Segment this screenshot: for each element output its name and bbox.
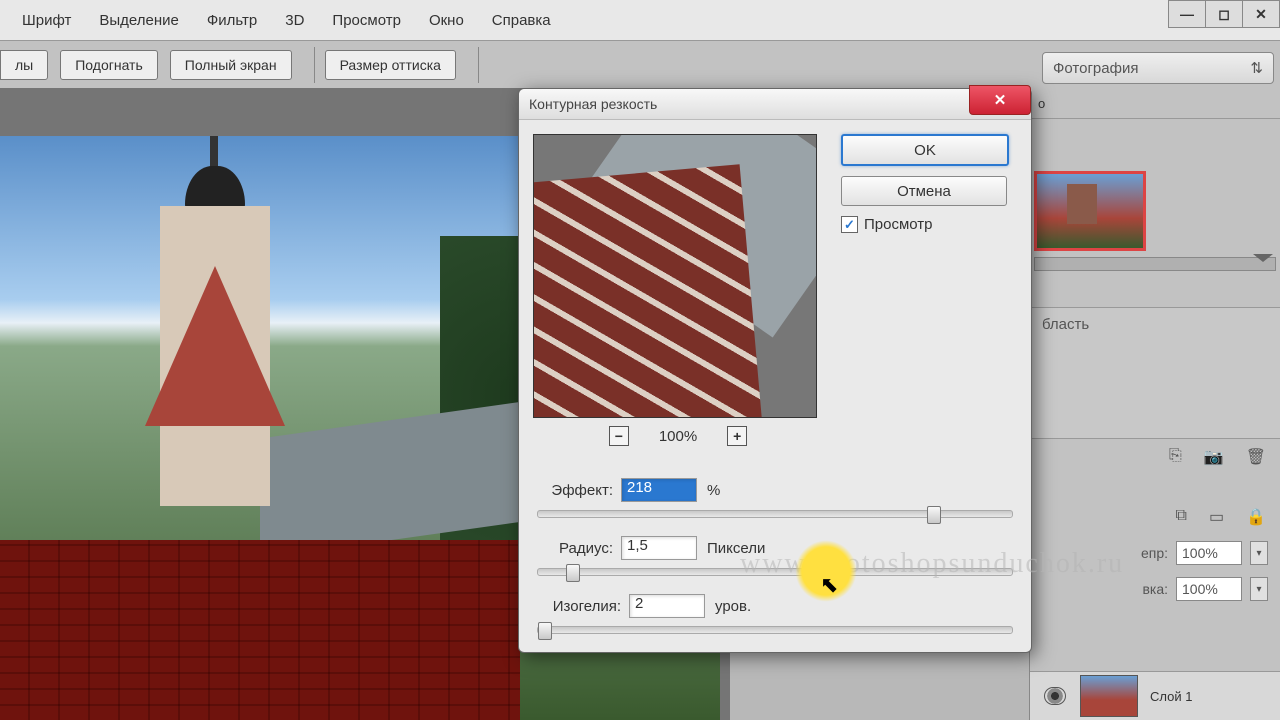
menu-filter[interactable]: Фильтр <box>193 12 271 29</box>
lock-icon[interactable]: 🔒 <box>1246 507 1266 527</box>
opacity-label: епр: <box>1141 545 1168 561</box>
opacity-value[interactable]: 100% <box>1176 541 1242 565</box>
snapshot-icon[interactable]: 📷 <box>1204 447 1224 467</box>
cursor-icon: ⬉ <box>820 572 838 598</box>
navigator-tab[interactable]: о <box>1030 88 1280 119</box>
layer-name[interactable]: Слой 1 <box>1150 689 1192 704</box>
fill-dropdown[interactable]: ▾ <box>1250 577 1268 601</box>
amount-slider[interactable] <box>537 510 1013 518</box>
amount-label: Эффект: <box>537 482 613 499</box>
panels-dock: о бласть ⎘ 📷 🗑 ⧉ ▭ 🔒 епр: 100% ▾ вка: 10… <box>1029 88 1280 720</box>
link-icon[interactable]: ⧉ <box>1176 507 1187 527</box>
dropdown-icon: ⇅ <box>1250 59 1263 77</box>
threshold-input[interactable]: 2 <box>629 594 705 618</box>
fill-label: вка: <box>1142 581 1168 597</box>
workspace-switcher[interactable]: Фотография ⇅ <box>1042 52 1274 84</box>
main-menubar: Шрифт Выделение Фильтр 3D Просмотр Окно … <box>0 0 1280 41</box>
visibility-icon[interactable] <box>1044 687 1066 705</box>
full-screen-button[interactable]: Полный экран <box>170 50 292 80</box>
opacity-dropdown[interactable]: ▾ <box>1250 541 1268 565</box>
amount-input[interactable]: 218 <box>621 478 697 502</box>
dialog-titlebar[interactable]: Контурная резкость ✕ <box>519 89 1031 120</box>
preview-checkbox[interactable]: ✓ <box>841 216 858 233</box>
print-size-button[interactable]: Размер оттиска <box>325 50 456 80</box>
menu-select[interactable]: Выделение <box>85 12 192 29</box>
menu-help[interactable]: Справка <box>478 12 565 29</box>
fit-screen-button[interactable]: Подогнать <box>60 50 158 80</box>
window-minimize-button[interactable]: — <box>1168 0 1206 28</box>
zoom-out-button[interactable]: − <box>609 426 629 446</box>
layer-row[interactable]: Слой 1 <box>1030 671 1280 720</box>
navigator-zoom-slider[interactable] <box>1034 257 1276 271</box>
window-close-button[interactable]: ✕ <box>1242 0 1280 28</box>
layer-thumbnail[interactable] <box>1080 675 1138 717</box>
mask-icon[interactable]: ▭ <box>1209 507 1224 527</box>
dialog-title: Контурная резкость <box>529 96 657 112</box>
panel-section-label: бласть <box>1030 308 1280 341</box>
radius-label: Радиус: <box>537 540 613 557</box>
filter-preview[interactable] <box>533 134 817 418</box>
separator <box>314 47 315 83</box>
zoom-in-button[interactable]: + <box>727 426 747 446</box>
menu-view[interactable]: Просмотр <box>318 12 415 29</box>
dialog-close-button[interactable]: ✕ <box>969 85 1031 115</box>
ok-button[interactable]: OK <box>841 134 1009 166</box>
threshold-unit: уров. <box>715 598 751 615</box>
amount-unit: % <box>707 482 720 499</box>
trash-icon[interactable]: 🗑 <box>1246 447 1266 467</box>
new-adjustment-icon[interactable]: ⎘ <box>1169 447 1182 467</box>
threshold-label: Изогелия: <box>537 598 621 615</box>
window-maximize-button[interactable]: ◻ <box>1205 0 1243 28</box>
radius-input[interactable]: 1,5 <box>621 536 697 560</box>
cancel-button[interactable]: Отмена <box>841 176 1007 206</box>
separator <box>478 47 479 83</box>
threshold-slider[interactable] <box>537 626 1013 634</box>
zoom-level: 100% <box>659 428 697 445</box>
menu-window[interactable]: Окно <box>415 12 478 29</box>
fill-value[interactable]: 100% <box>1176 577 1242 601</box>
menu-font[interactable]: Шрифт <box>8 12 85 29</box>
workspace-label: Фотография <box>1053 60 1138 77</box>
preview-checkbox-label: Просмотр <box>864 216 933 233</box>
navigator-thumbnail[interactable] <box>1034 171 1146 251</box>
toolbar-button-partial[interactable]: лы <box>0 50 48 80</box>
menu-3d[interactable]: 3D <box>271 12 318 29</box>
